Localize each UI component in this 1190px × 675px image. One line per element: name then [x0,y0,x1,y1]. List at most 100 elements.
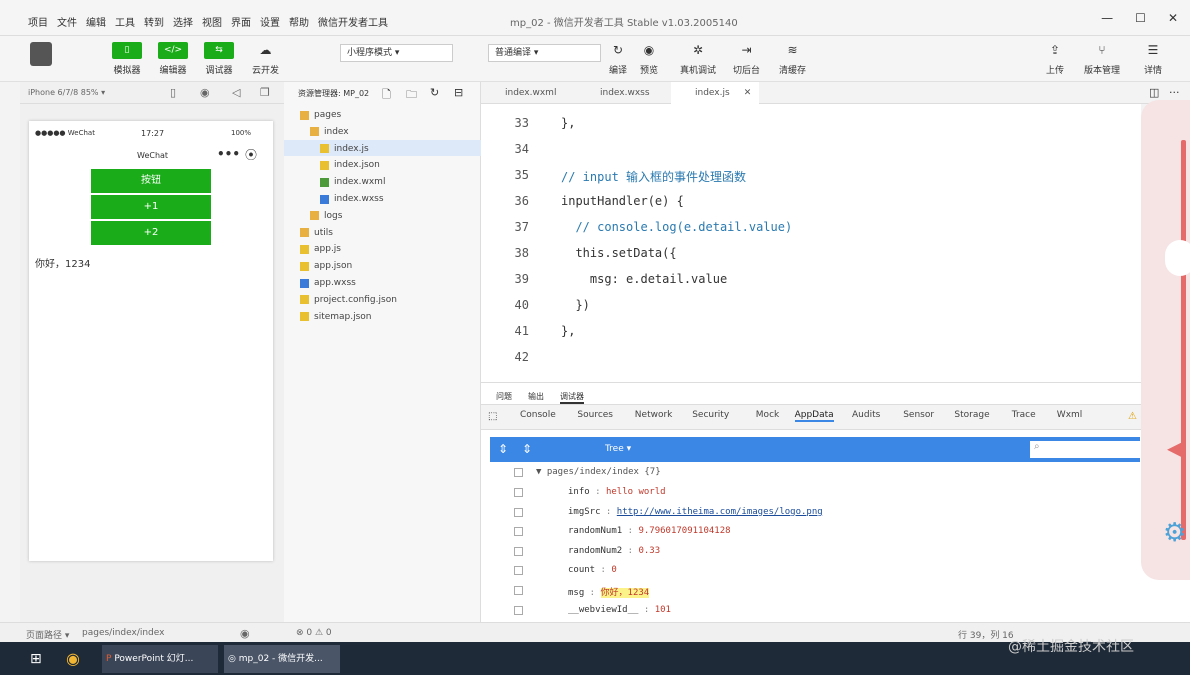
more-icon[interactable]: ··· [1169,86,1180,99]
compile-button[interactable]: ↻ 编译 [607,42,629,76]
appdata-search[interactable]: ⌕ [1030,441,1140,458]
devtools-tab[interactable]: AppData [794,410,834,422]
record-icon[interactable]: ◉ [200,86,210,99]
taskbar-powerpoint[interactable]: P PowerPoint 幻灯... [102,645,218,673]
new-file-icon[interactable]: 🗋 [382,86,391,105]
tab-index-wxml[interactable]: index.wxml [481,82,576,104]
close-button[interactable]: ✕ [1168,11,1178,25]
menu-item[interactable]: 编辑 [86,14,106,29]
appdata-value[interactable]: 0 [611,565,616,575]
tree-item[interactable]: logs [310,211,342,221]
split-icon[interactable]: ◫ [1149,86,1159,99]
refresh-icon[interactable]: ↻ [430,86,439,99]
devtools-tab[interactable]: Mock [756,410,779,420]
appdata-value[interactable]: 你好，1234 [600,588,650,598]
target-icon[interactable]: ⦿ [245,146,257,163]
row-checkbox[interactable] [514,468,523,477]
details-button[interactable]: ☰ 详情 [1142,42,1164,76]
minimize-button[interactable]: — [1101,11,1113,25]
panel-tab[interactable]: 问题 [496,391,512,402]
appdata-row[interactable]: randomNum1 : 9.796017091104128 [568,526,731,536]
tree-item[interactable]: app.json [300,261,352,271]
add-two-button[interactable]: +2 [91,221,211,245]
preview-button[interactable]: ◉ 预览 [638,42,660,76]
upload-button[interactable]: ⇪ 上传 [1044,42,1066,76]
tree-item[interactable]: app.wxss [300,278,356,288]
appdata-row[interactable]: __webviewId__ : 101 [568,605,671,615]
menu-item[interactable]: 微信开发者工具 [318,14,388,29]
appdata-row[interactable]: msg : 你好，1234 [568,585,650,598]
avatar[interactable] [30,42,52,66]
appdata-row[interactable]: imgSrc : http://www.itheima.com/images/l… [568,507,823,517]
windows-start-icon[interactable]: ⊞ [30,645,42,673]
tree-item[interactable]: sitemap.json [300,312,372,322]
button-primary[interactable]: 按钮 [91,169,211,193]
tree-item[interactable]: pages [300,110,341,120]
version-button[interactable]: ⑂ 版本管理 [1084,42,1120,76]
backend-button[interactable]: ⇥ 切后台 [733,42,760,76]
appdata-value[interactable]: 101 [655,605,671,615]
row-checkbox[interactable] [514,546,523,556]
row-checkbox[interactable] [514,566,523,576]
tree-item[interactable]: index.wxss [320,194,384,204]
editor-button[interactable]: </> 编辑器 [158,42,188,76]
row-checkbox[interactable] [514,488,523,497]
appdata-row[interactable]: info : hello world [568,487,666,497]
row-checkbox[interactable] [514,605,523,615]
menu-item[interactable]: 帮助 [289,14,309,29]
collapse-icon[interactable]: ⊟ [454,86,463,99]
panel-tab[interactable]: 调试器 [560,391,584,404]
tree-item[interactable]: project.config.json [300,295,397,305]
devtools-tab[interactable]: Sensor [903,410,934,420]
appdata-value[interactable]: hello world [606,487,666,497]
collapse-all-icon[interactable]: ⇕ [522,442,532,456]
window-icon[interactable]: ❐ [260,86,270,99]
devtools-tab[interactable]: Console [520,410,556,420]
code-editor[interactable] [481,104,1141,382]
increment-button[interactable]: +1 [91,195,211,219]
tree-item[interactable]: index.js [320,144,369,154]
inspect-icon[interactable]: ⬚ [488,411,497,422]
devtools-tab[interactable]: Audits [852,410,880,420]
tab-index-wxss[interactable]: index.wxss [576,82,671,104]
panel-tab[interactable]: 输出 [528,391,544,402]
sound-icon[interactable]: ◁ [232,86,240,99]
row-checkbox[interactable] [514,527,523,537]
simulator-button[interactable]: ▯ 模拟器 [112,42,142,76]
view-mode-select[interactable]: Tree ▾ [605,444,631,454]
menu-item[interactable]: 设置 [260,14,280,29]
menu-item[interactable]: 转到 [144,14,164,29]
menu-item[interactable]: 视图 [202,14,222,29]
more-icon[interactable]: ••• [217,147,240,161]
warning-icon[interactable]: ⚠ [1128,411,1137,422]
clear-cache-button[interactable]: ≋ 清缓存 [779,42,806,76]
cloud-button[interactable]: ☁ 云开发 [252,42,279,76]
page-path-label[interactable]: 页面路径 ▾ [26,628,69,641]
devtools-tab[interactable]: Sources [577,410,613,420]
devtools-tab[interactable]: Wxml [1057,410,1083,420]
text-input[interactable]: 你好，1234 [35,255,90,270]
debugger-button[interactable]: ⇆ 调试器 [204,42,234,76]
close-icon[interactable]: ✕ [744,88,752,98]
device-select[interactable]: iPhone 6/7/8 85% ▾ [28,88,105,97]
menu-item[interactable]: 文件 [57,14,77,29]
tree-item[interactable]: app.js [300,244,341,254]
phone-icon[interactable]: ▯ [170,86,176,99]
tab-index-js[interactable]: index.js ✕ [671,82,759,104]
menu-item[interactable]: 项目 [28,14,48,29]
devtools-tab[interactable]: Network [635,410,673,420]
appdata-row[interactable]: randomNum2 : 0.33 [568,546,660,556]
problem-count[interactable]: ⊗ 0 ⚠ 0 [296,628,332,638]
menu-item[interactable]: 界面 [231,14,251,29]
appdata-row[interactable]: count : 0 [568,565,617,575]
gear-icon[interactable]: ⚙ [1163,518,1186,548]
tree-root[interactable]: ▼ pages/index/index {7} [536,467,661,477]
menu-item[interactable]: 工具 [115,14,135,29]
compile-mode-select[interactable]: 普通编译 ▾ [488,44,601,62]
slider-handle[interactable] [1165,240,1190,276]
taskbar-devtools[interactable]: ◎ mp_02 - 微信开发... [224,645,340,673]
appdata-value[interactable]: 9.796017091104128 [638,526,730,536]
expand-icon[interactable]: ⇕ [498,442,508,456]
devtools-tab[interactable]: Storage [954,410,989,420]
eye-icon[interactable]: ◉ [240,627,250,640]
